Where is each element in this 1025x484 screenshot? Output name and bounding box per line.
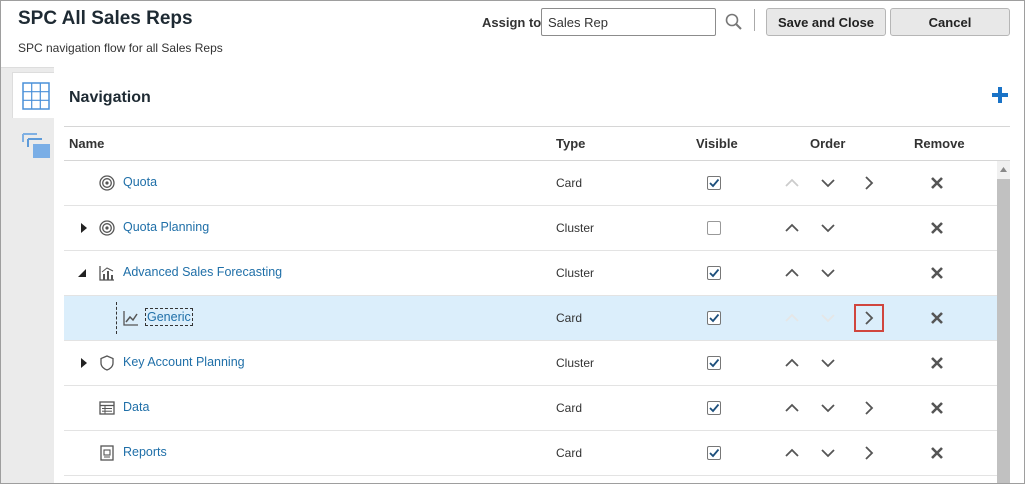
table-row[interactable]: Reports Card: [64, 431, 1010, 476]
move-right-icon[interactable]: [861, 175, 877, 191]
visible-checkbox[interactable]: [707, 221, 721, 235]
expand-icon[interactable]: [78, 221, 90, 235]
target-icon: [99, 175, 115, 191]
row-type: Cluster: [556, 266, 595, 280]
row-type: Card: [556, 446, 583, 460]
remove-icon[interactable]: [930, 446, 944, 460]
table-row-selected[interactable]: Generic Card: [64, 296, 1010, 341]
move-down-icon[interactable]: [820, 175, 836, 191]
table-icon: [99, 401, 115, 415]
remove-icon[interactable]: [930, 266, 944, 280]
table-header: Name Type Visible Order Remove: [64, 126, 1010, 161]
add-icon[interactable]: [990, 85, 1010, 105]
visible-checkbox[interactable]: [707, 401, 721, 415]
cancel-button[interactable]: Cancel: [890, 8, 1010, 36]
grid-icon: [22, 82, 50, 110]
remove-icon[interactable]: [930, 356, 944, 370]
report-icon: [100, 445, 114, 461]
shield-icon: [100, 355, 114, 371]
assign-to-label: Assign to: [482, 15, 542, 30]
page-title: SPC All Sales Reps: [18, 8, 193, 29]
vertical-scrollbar[interactable]: [997, 161, 1010, 483]
line-chart-icon: [123, 311, 138, 326]
move-up-icon[interactable]: [784, 265, 800, 281]
navigation-table: Name Type Visible Order Remove Quota Car…: [64, 126, 1010, 476]
remove-icon[interactable]: [930, 176, 944, 190]
visible-checkbox[interactable]: [707, 311, 721, 325]
row-name-link[interactable]: Reports: [123, 445, 167, 459]
remove-icon[interactable]: [930, 221, 944, 235]
stacked-cards-icon: [22, 133, 50, 158]
expand-icon[interactable]: [78, 356, 90, 370]
search-icon[interactable]: [724, 12, 744, 32]
target-icon: [99, 220, 115, 236]
save-and-close-button[interactable]: Save and Close: [766, 8, 886, 36]
column-header-visible: Visible: [696, 136, 738, 151]
move-down-icon[interactable]: [820, 445, 836, 461]
move-up-icon[interactable]: [784, 355, 800, 371]
move-down-icon[interactable]: [820, 220, 836, 236]
move-right-icon[interactable]: [861, 310, 877, 326]
move-down-icon[interactable]: [820, 355, 836, 371]
scroll-up-arrow-icon[interactable]: [999, 165, 1008, 174]
navigation-tab[interactable]: [12, 72, 54, 118]
page-subtitle: SPC navigation flow for all Sales Reps: [18, 41, 223, 55]
move-up-icon: [785, 178, 799, 187]
move-right-icon[interactable]: [861, 400, 877, 416]
toolbar-divider: [754, 9, 755, 31]
move-up-icon[interactable]: [784, 220, 800, 236]
row-name-link[interactable]: Data: [123, 400, 149, 414]
row-type: Cluster: [556, 221, 595, 235]
row-name-link[interactable]: Advanced Sales Forecasting: [123, 265, 282, 279]
column-header-order: Order: [810, 136, 846, 151]
column-header-name: Name: [69, 136, 105, 151]
move-down-icon[interactable]: [820, 265, 836, 281]
row-name-link[interactable]: Quota Planning: [123, 220, 209, 234]
move-up-icon: [785, 313, 799, 322]
layers-tab[interactable]: [12, 124, 54, 170]
move-up-icon[interactable]: [784, 445, 800, 461]
row-type: Cluster: [556, 356, 595, 370]
scrollbar-thumb[interactable]: [997, 179, 1010, 483]
assign-to-input[interactable]: [541, 8, 716, 36]
side-rail: [1, 67, 54, 483]
row-name-link[interactable]: Key Account Planning: [123, 355, 245, 369]
visible-checkbox[interactable]: [707, 446, 721, 460]
table-row[interactable]: Data Card: [64, 386, 1010, 431]
move-up-icon[interactable]: [784, 400, 800, 416]
move-right-icon[interactable]: [861, 445, 877, 461]
column-header-remove: Remove: [914, 136, 965, 151]
section-title: Navigation: [69, 89, 151, 106]
visible-checkbox[interactable]: [707, 356, 721, 370]
column-header-type: Type: [556, 136, 586, 151]
row-type: Card: [556, 176, 583, 190]
move-down-icon[interactable]: [820, 400, 836, 416]
move-down-icon: [821, 314, 835, 323]
visible-checkbox[interactable]: [707, 266, 721, 280]
table-row[interactable]: Advanced Sales Forecasting Cluster: [64, 251, 1010, 296]
remove-icon[interactable]: [930, 311, 944, 325]
table-row[interactable]: Key Account Planning Cluster: [64, 341, 1010, 386]
row-type: Card: [556, 311, 583, 325]
row-name-link[interactable]: Quota: [123, 175, 157, 189]
row-type: Card: [556, 401, 583, 415]
app-window: SPC All Sales Reps SPC navigation flow f…: [0, 0, 1025, 484]
focus-indicator: [116, 302, 117, 334]
visible-checkbox[interactable]: [707, 176, 721, 190]
row-name-link[interactable]: Generic: [145, 308, 193, 326]
collapse-icon[interactable]: [76, 266, 88, 280]
remove-icon[interactable]: [930, 401, 944, 415]
table-row[interactable]: Quota Card: [64, 161, 1010, 206]
table-row[interactable]: Quota Planning Cluster: [64, 206, 1010, 251]
bar-chart-icon: [99, 266, 114, 281]
